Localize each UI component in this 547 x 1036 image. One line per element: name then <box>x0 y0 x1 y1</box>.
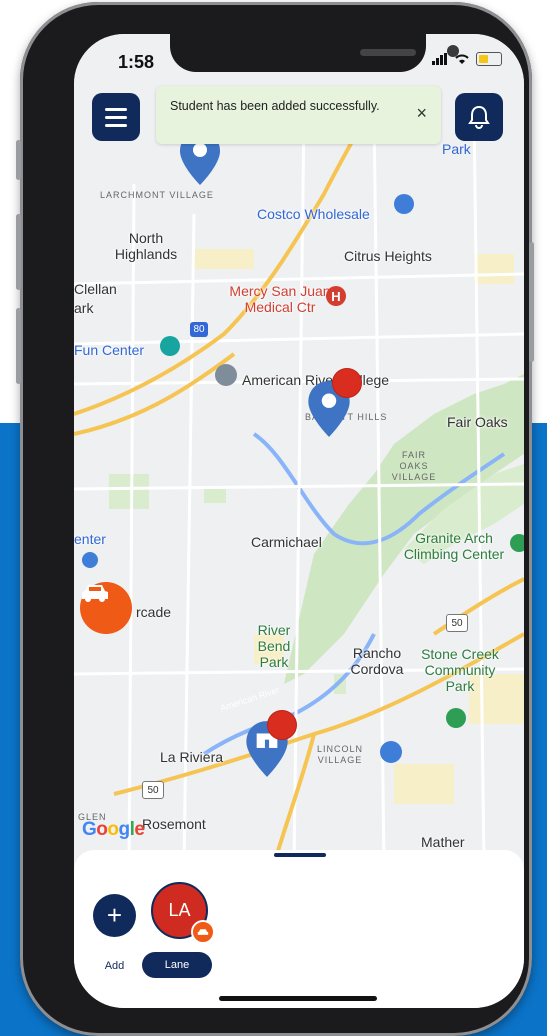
label-rancho-cordova: Rancho Cordova <box>350 645 404 677</box>
label-fair-oaks-village: FAIR OAKS VILLAGE <box>391 450 437 482</box>
alert-dot-college[interactable] <box>332 368 362 398</box>
map-view[interactable]: LARCHMONT VILLAGE Costco Wholesale Park … <box>74 34 524 864</box>
cellular-signal-icon <box>432 53 447 65</box>
students-bottom-sheet: + Add LA Lane <box>74 850 524 1008</box>
highway-50-shield-right: 50 <box>446 614 468 632</box>
label-river-bend-park: River Bend Park <box>257 622 291 670</box>
car-icon <box>82 585 108 602</box>
climbing-poi-icon <box>510 534 524 552</box>
phone-power-button <box>529 242 534 362</box>
label-north-highlands: North Highlands <box>114 230 178 262</box>
hospital-icon: H <box>326 286 346 306</box>
label-arcade: rcade <box>136 604 172 620</box>
label-rosemont: Rosemont <box>142 816 206 832</box>
status-icons <box>432 52 502 66</box>
label-park-top: Park <box>442 141 471 157</box>
car-icon-small <box>197 928 209 935</box>
phone-frame: LARCHMONT VILLAGE Costco Wholesale Park … <box>16 2 534 1036</box>
home-indicator[interactable] <box>219 996 377 1001</box>
alert-dot-school[interactable] <box>267 710 297 740</box>
label-mather: Mather <box>421 834 465 850</box>
menu-button[interactable] <box>92 93 140 141</box>
label-stone-creek: Stone Creek Community Park <box>421 646 499 694</box>
school-poi-icon <box>215 364 237 386</box>
label-enter: enter <box>74 531 106 547</box>
camera-poi-icon <box>160 336 180 356</box>
add-student-label: Add <box>104 960 125 972</box>
shopping-bag-icon-left <box>82 552 98 568</box>
label-granite-arch: Granite Arch Climbing Center <box>403 530 505 562</box>
wifi-icon <box>455 54 469 64</box>
add-student-button[interactable]: + <box>93 894 136 937</box>
success-toast: Student has been added successfully. × <box>156 86 441 144</box>
earpiece-speaker <box>360 49 416 56</box>
avatar-car-badge <box>191 920 215 944</box>
student-name-pill[interactable]: Lane <box>142 952 212 978</box>
label-citrus-heights: Citrus Heights <box>344 248 432 264</box>
bell-icon <box>468 105 490 129</box>
tree-poi-icon <box>446 708 466 728</box>
airport-poi-icon <box>380 741 402 763</box>
toast-message: Student has been added successfully. <box>170 99 380 113</box>
label-lincoln-village: LINCOLN VILLAGE <box>316 744 363 765</box>
phone-volume-down <box>16 308 21 384</box>
sheet-drag-handle[interactable] <box>274 853 326 857</box>
label-mcclellan: Clellan <box>74 281 117 297</box>
highway-80-shield: 80 <box>190 322 208 337</box>
label-costco: Costco Wholesale <box>257 206 370 222</box>
phone-mute-switch <box>16 140 21 180</box>
notifications-button[interactable] <box>455 93 503 141</box>
highway-50-shield-left: 50 <box>142 781 164 799</box>
label-larchmont: LARCHMONT VILLAGE <box>100 190 214 200</box>
label-la-riviera: La Riviera <box>160 749 224 765</box>
phone-volume-up <box>16 214 21 290</box>
phone-screen: LARCHMONT VILLAGE Costco Wholesale Park … <box>74 34 524 1008</box>
battery-icon <box>476 52 502 66</box>
label-fair-oaks: Fair Oaks <box>447 414 508 430</box>
status-time: 1:58 <box>118 52 155 72</box>
toast-close-button[interactable]: × <box>416 104 427 122</box>
shopping-bag-icon <box>394 194 414 214</box>
label-carmichael: Carmichael <box>251 534 322 550</box>
label-fun-center: Fun Center <box>74 342 145 358</box>
google-logo: Google <box>82 819 145 840</box>
map-streets <box>74 93 524 864</box>
phone-notch <box>170 34 459 72</box>
label-ark: ark <box>74 300 94 316</box>
vehicle-car-marker[interactable] <box>80 582 132 634</box>
hamburger-menu-icon <box>105 107 127 111</box>
